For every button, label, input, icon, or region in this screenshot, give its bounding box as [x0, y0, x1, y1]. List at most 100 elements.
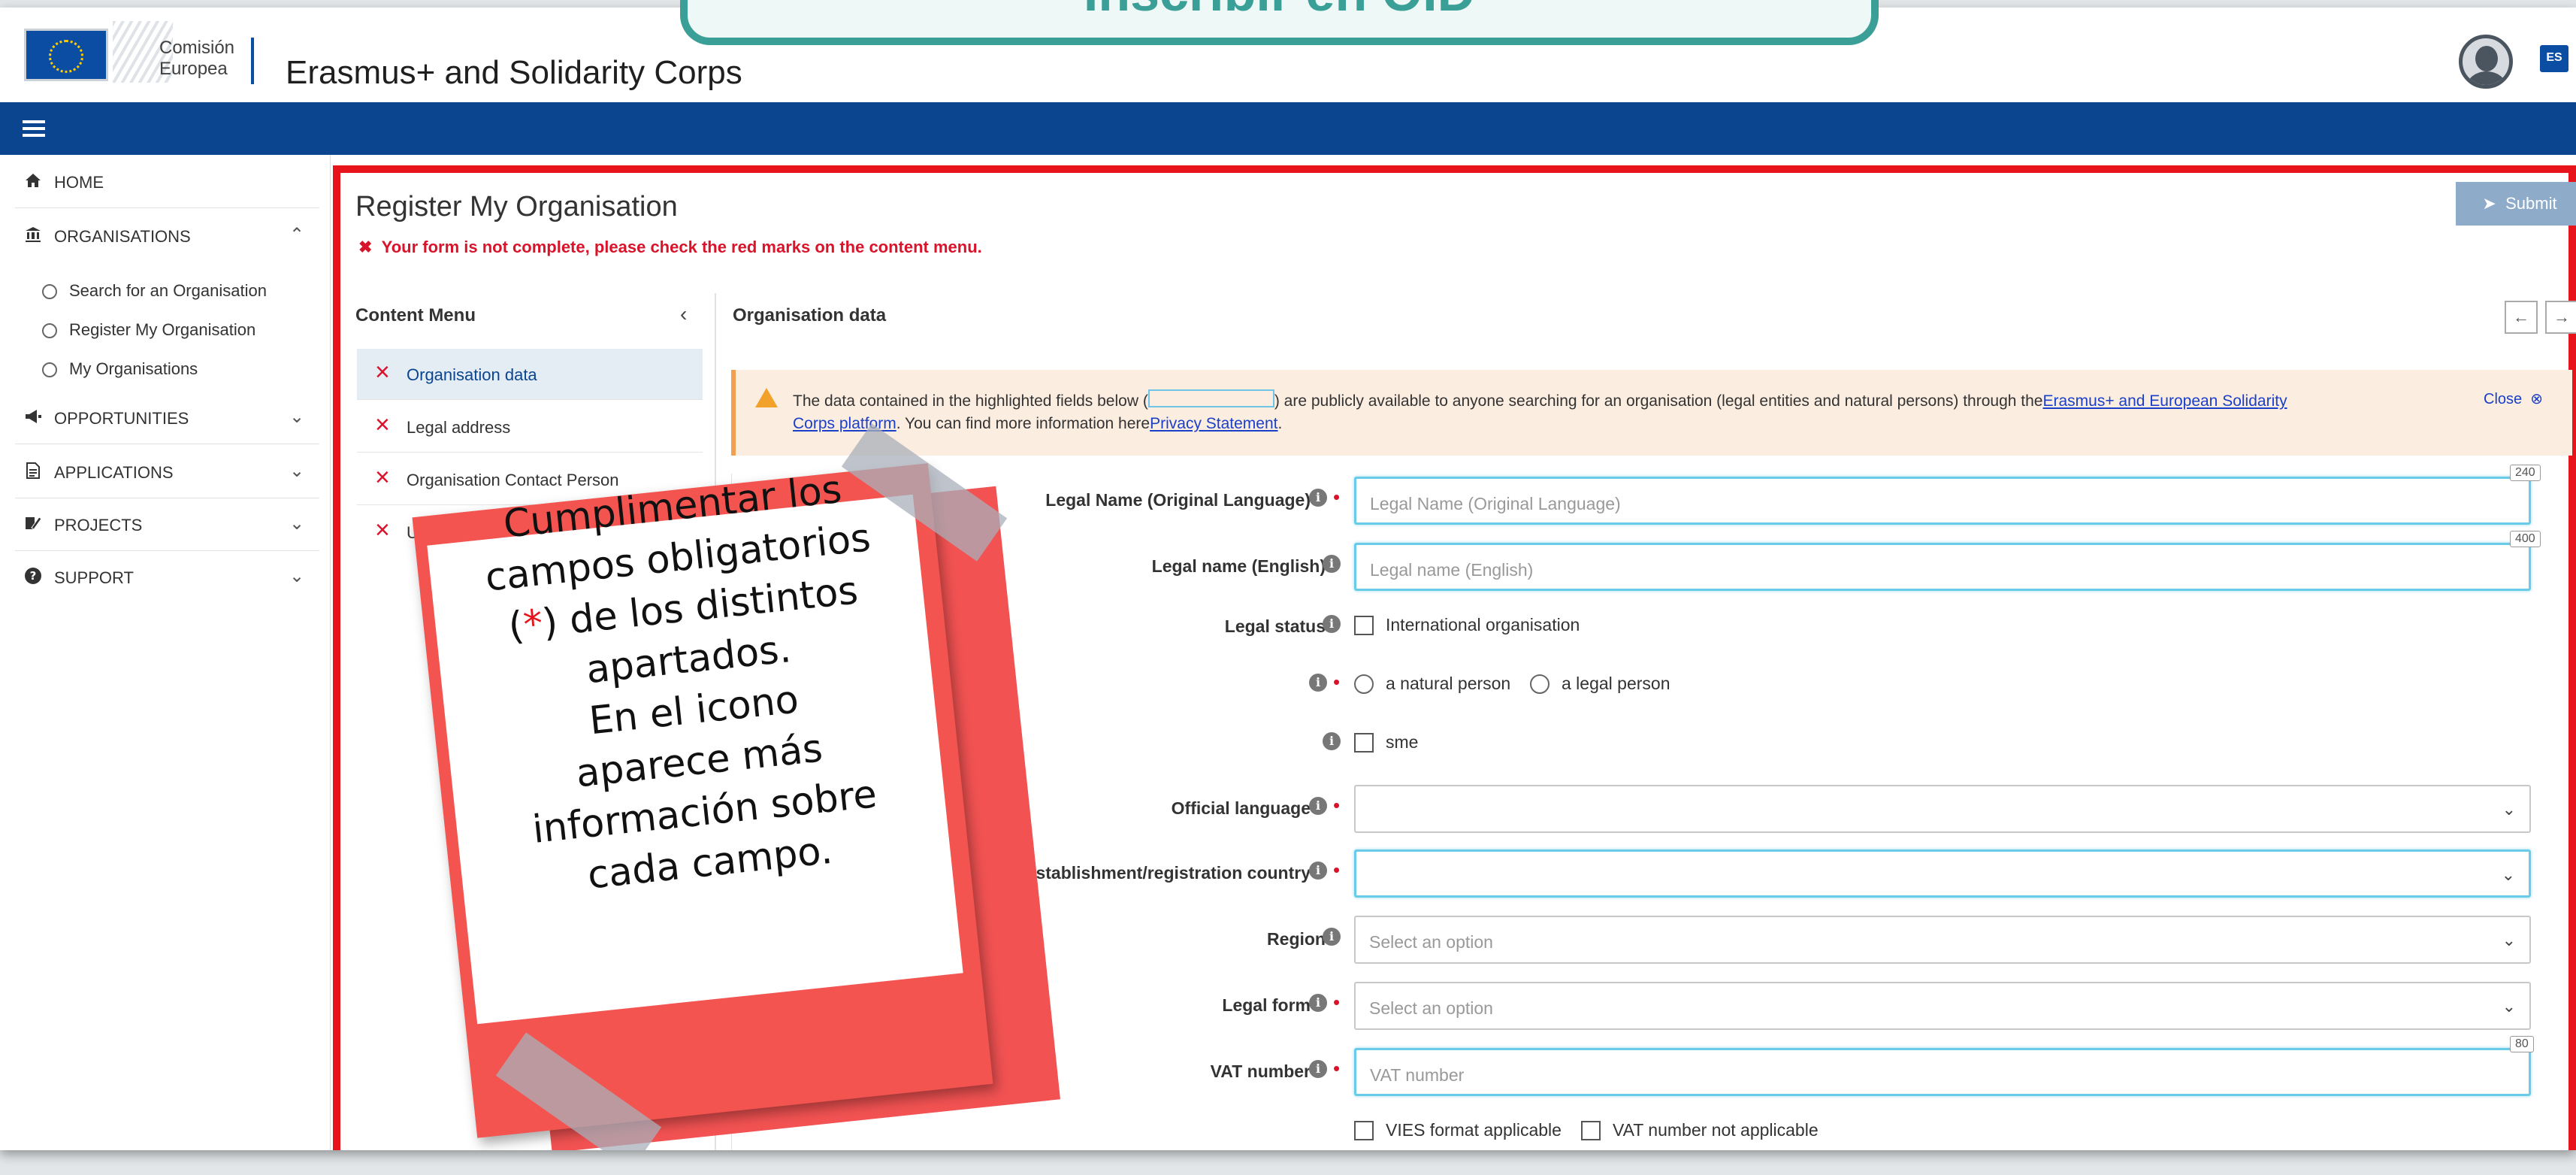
info-icon[interactable]: i — [1309, 862, 1327, 880]
notice-text: The data contained in the highlighted fi… — [793, 392, 1148, 410]
notice-text: . You can find more information here — [896, 415, 1150, 432]
privacy-statement-link[interactable]: Privacy Statement — [1150, 415, 1277, 432]
sidebar-subitem-label: Search for an Organisation — [69, 281, 267, 300]
sidebar-item-label: ORGANISATIONS — [54, 227, 191, 246]
chevron-down-icon: ⌄ — [289, 461, 305, 481]
info-icon[interactable]: i — [1323, 732, 1341, 750]
required-marker: • — [1333, 1057, 1341, 1080]
sidebar-item-opportunities[interactable]: OPPORTUNITIES ⌄ — [0, 391, 323, 444]
vies-format-checkbox[interactable]: VIES format applicable — [1354, 1120, 1562, 1140]
sidebar-subitem-my-organisations[interactable]: My Organisations — [42, 359, 198, 379]
error-x-icon: ✖ — [358, 238, 373, 256]
sidebar: HOME ORGANISATIONS ⌃ Search for an Organ… — [0, 155, 331, 1150]
info-icon[interactable]: i — [1323, 615, 1341, 633]
checkbox-box — [1581, 1121, 1601, 1140]
close-circle-icon: ⊗ — [2530, 391, 2544, 407]
radio-icon — [42, 362, 57, 377]
next-section-button[interactable]: → — [2545, 301, 2576, 334]
language-button[interactable]: ES — [2540, 45, 2568, 72]
notice-close-button[interactable]: Close ⊗ — [2484, 389, 2543, 408]
prev-section-button[interactable]: ← — [2505, 301, 2538, 334]
radio-label: a legal person — [1562, 674, 1670, 693]
required-marker: • — [1333, 991, 1341, 1013]
content-menu-item-legal-address[interactable]: × Legal address — [357, 401, 703, 453]
info-icon[interactable]: i — [1309, 674, 1327, 692]
checkbox-box — [1354, 1121, 1374, 1140]
field-label: Legal form — [1222, 995, 1311, 1015]
collapse-chevron-icon[interactable]: ‹ — [680, 302, 687, 326]
info-icon[interactable]: i — [1309, 797, 1327, 815]
platform-link[interactable]: Erasmus+ and European Solidarity — [2042, 392, 2287, 410]
arrow-left-icon: ← — [2513, 307, 2529, 326]
svg-text:?: ? — [30, 569, 37, 583]
hamburger-menu-icon[interactable] — [23, 120, 45, 137]
info-icon[interactable]: i — [1323, 928, 1341, 946]
nav-bar — [0, 102, 2576, 155]
sidebar-item-label: PROJECTS — [54, 516, 143, 535]
form-error-text: Your form is not complete, please check … — [381, 238, 982, 256]
sme-checkbox[interactable]: sme — [1354, 732, 1418, 753]
field-label: Legal status — [1224, 616, 1326, 636]
info-icon[interactable]: i — [1309, 489, 1327, 507]
sidebar-subitem-search[interactable]: Search for an Organisation — [42, 281, 267, 301]
field-label: Legal name (English) — [1151, 556, 1326, 576]
error-x-icon: × — [375, 463, 390, 492]
sidebar-item-support[interactable]: ? SUPPORT ⌄ — [0, 550, 323, 603]
sidebar-item-home[interactable]: HOME — [0, 155, 323, 207]
logo-text-line1: Comisión — [159, 38, 235, 58]
notice-text: ) are publicly available to anyone searc… — [1274, 392, 2043, 410]
sidebar-item-projects[interactable]: PROJECTS ⌄ — [0, 498, 323, 550]
sidebar-item-applications[interactable]: APPLICATIONS ⌄ — [0, 445, 323, 498]
required-marker: • — [1333, 794, 1341, 816]
vat-number-input[interactable]: VAT number — [1354, 1048, 2531, 1096]
content-menu-item-label: Organisation Contact Person — [407, 471, 619, 489]
radio-label: a natural person — [1386, 674, 1511, 693]
required-marker: • — [1333, 859, 1341, 881]
form-error-message: ✖ Your form is not complete, please chec… — [358, 238, 982, 257]
radio-icon — [42, 323, 57, 338]
home-icon — [26, 174, 41, 187]
legal-form-select[interactable]: Select an option ⌄ — [1354, 982, 2531, 1030]
natural-person-radio[interactable]: a natural person — [1354, 674, 1510, 694]
warning-icon — [755, 388, 778, 407]
field-label: Establishment/registration country — [1024, 863, 1311, 883]
international-organisation-checkbox[interactable]: International organisation — [1354, 615, 1580, 635]
char-limit-badge: 80 — [2510, 1036, 2534, 1052]
field-vat-options: VIES format applicable VAT number not ap… — [732, 1105, 2573, 1150]
field-label: Region — [1267, 929, 1326, 949]
field-legal-name-original: Legal Name (Original Language) i • Legal… — [732, 465, 2573, 526]
chevron-down-icon: ⌄ — [289, 566, 305, 586]
document-icon — [26, 462, 40, 479]
legal-name-original-input[interactable]: Legal Name (Original Language) — [1354, 477, 2531, 525]
info-icon[interactable]: i — [1323, 555, 1341, 573]
arrow-right-icon: → — [2553, 307, 2570, 326]
registration-country-select[interactable]: ⌄ — [1354, 849, 2531, 898]
info-icon[interactable]: i — [1309, 1060, 1327, 1078]
checkbox-box — [1354, 733, 1374, 753]
notice-line1: The data contained in the highlighted fi… — [793, 389, 2454, 410]
region-select[interactable]: Select an option ⌄ — [1354, 916, 2531, 964]
official-language-select[interactable]: ⌄ — [1354, 785, 2531, 833]
content-menu-item-organisation-data[interactable]: × Organisation data — [357, 349, 703, 400]
error-x-icon: × — [375, 358, 390, 386]
checkbox-label: VIES format applicable — [1386, 1120, 1562, 1140]
user-avatar-icon[interactable] — [2459, 35, 2513, 89]
select-placeholder: Select an option — [1369, 932, 1493, 952]
vat-not-applicable-checkbox[interactable]: VAT number not applicable — [1581, 1120, 1819, 1140]
sidebar-item-organisations[interactable]: ORGANISATIONS ⌃ — [0, 209, 323, 262]
chevron-down-icon: ⌄ — [2502, 800, 2516, 819]
checkbox-label: VAT number not applicable — [1613, 1120, 1819, 1140]
question-icon: ? — [25, 568, 41, 584]
error-x-icon: × — [375, 410, 390, 439]
sidebar-subitem-register[interactable]: Register My Organisation — [42, 320, 255, 340]
legal-person-radio[interactable]: a legal person — [1530, 674, 1670, 694]
field-label: VAT number — [1210, 1061, 1311, 1081]
chevron-down-icon: ⌄ — [2502, 931, 2516, 949]
submit-button[interactable]: ➤ Submit — [2456, 182, 2576, 226]
sidebar-subitem-label: Register My Organisation — [69, 320, 256, 339]
ec-logo[interactable]: Comisión Europea — [24, 21, 254, 84]
info-icon[interactable]: i — [1309, 994, 1327, 1012]
legal-name-english-input[interactable]: Legal name (English) — [1354, 543, 2531, 591]
field-label: Official language — [1171, 798, 1311, 818]
app-title: Erasmus+ and Solidarity Corps — [286, 54, 742, 91]
